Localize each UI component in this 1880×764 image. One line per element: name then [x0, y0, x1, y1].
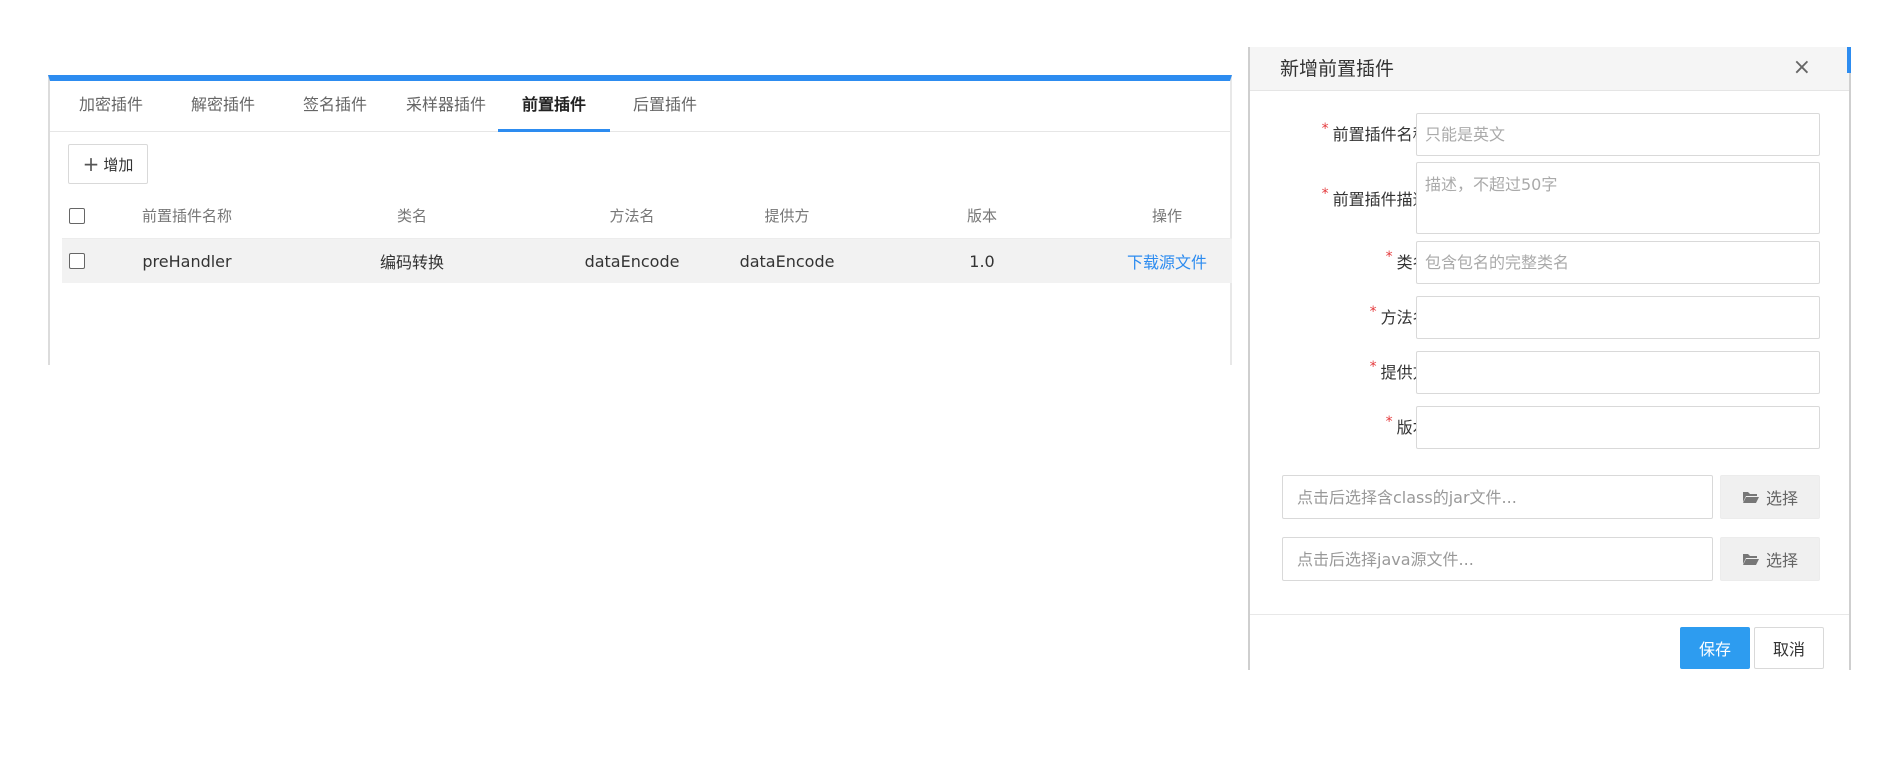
folder-open-icon — [1742, 492, 1759, 503]
tab-sign-plugin[interactable]: 签名插件 — [286, 81, 384, 132]
required-mark: * — [1385, 414, 1393, 430]
provider-input[interactable] — [1416, 351, 1820, 394]
tab-decrypt-plugin[interactable]: 解密插件 — [174, 81, 272, 132]
tab-post-plugin[interactable]: 后置插件 — [616, 81, 714, 132]
choose-jar-button[interactable]: 选择 — [1720, 475, 1820, 519]
version-input[interactable] — [1416, 406, 1820, 449]
plugin-panel: 加密插件 解密插件 签名插件 采样器插件 前置插件 后置插件 + 增加 前置插件… — [48, 75, 1232, 365]
add-button-label: 增加 — [103, 155, 134, 174]
required-mark: * — [1385, 249, 1393, 265]
dialog-header: 新增前置插件 × — [1250, 47, 1851, 91]
close-icon[interactable]: × — [1793, 47, 1811, 89]
cancel-button[interactable]: 取消 — [1754, 627, 1824, 669]
required-mark: * — [1369, 304, 1377, 320]
choose-java-button-label: 选择 — [1765, 551, 1798, 570]
column-header-method: 方法名 — [609, 207, 655, 225]
row-checkbox[interactable] — [62, 239, 92, 283]
choose-java-button[interactable]: 选择 — [1720, 537, 1820, 581]
row-version: 1.0 — [969, 251, 995, 271]
choose-jar-button-label: 选择 — [1765, 489, 1798, 508]
tab-pre-plugin[interactable]: 前置插件 — [498, 81, 610, 132]
required-mark: * — [1369, 359, 1377, 375]
column-header-version: 版本 — [966, 207, 997, 225]
class-name-input[interactable] — [1416, 241, 1820, 284]
dialog-edge-accent — [1847, 47, 1851, 73]
download-source-link[interactable]: 下载源文件 — [1102, 239, 1232, 283]
save-button[interactable]: 保存 — [1680, 627, 1750, 669]
folder-open-icon — [1742, 554, 1759, 565]
select-all-checkbox[interactable] — [62, 193, 92, 238]
row-class-name: 编码转换 — [379, 253, 444, 272]
column-header-provider: 提供方 — [764, 207, 810, 225]
row-method: dataEncode — [584, 251, 680, 271]
plus-icon: + — [82, 152, 100, 176]
column-header-name: 前置插件名称 — [141, 207, 232, 225]
method-name-input[interactable] — [1416, 296, 1820, 339]
tab-sampler-plugin[interactable]: 采样器插件 — [392, 81, 500, 132]
row-name: preHandler — [142, 251, 232, 271]
table-row[interactable]: preHandler 编码转换 dataEncode dataEncode 1.… — [62, 239, 1232, 283]
table-header: 前置插件名称 类名 方法名 提供方 版本 操作 — [62, 193, 1232, 239]
tab-encrypt-plugin[interactable]: 加密插件 — [62, 81, 160, 132]
required-mark: * — [1321, 186, 1329, 202]
dialog-footer-divider — [1250, 614, 1849, 615]
row-provider: dataEncode — [739, 251, 835, 271]
column-header-action: 操作 — [1151, 207, 1182, 225]
java-file-input[interactable] — [1282, 537, 1713, 581]
dialog-title: 新增前置插件 — [1280, 58, 1395, 80]
plugin-desc-textarea[interactable] — [1416, 162, 1820, 234]
download-source-link-text[interactable]: 下载源文件 — [1127, 249, 1207, 273]
column-header-class: 类名 — [396, 207, 427, 225]
required-mark: * — [1321, 121, 1329, 137]
add-button[interactable]: + 增加 — [68, 144, 148, 184]
jar-file-input[interactable] — [1282, 475, 1713, 519]
plugin-tabs: 加密插件 解密插件 签名插件 采样器插件 前置插件 后置插件 — [50, 81, 1230, 132]
plugin-name-input[interactable] — [1416, 113, 1820, 156]
add-pre-plugin-dialog: 新增前置插件 × *前置插件名称: *前置插件描述: *类名: *方法名: *提… — [1248, 47, 1851, 670]
